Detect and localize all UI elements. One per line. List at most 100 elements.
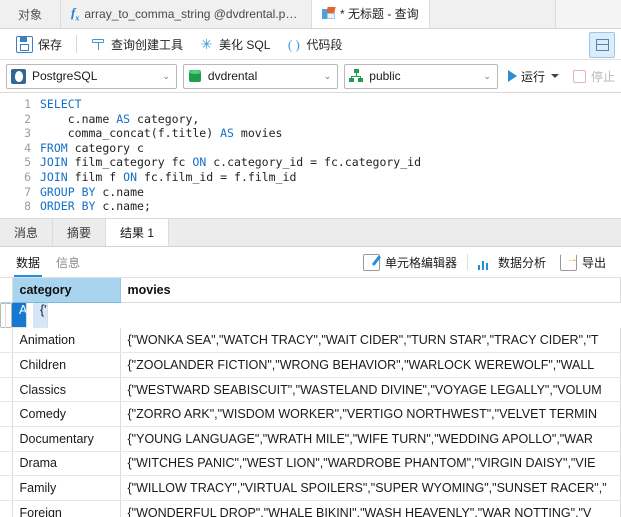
schema-select-value: public	[369, 69, 401, 83]
cell-movies[interactable]: {"ZOOLANDER FICTION","WRONG BEHAVIOR","W…	[120, 352, 621, 378]
row-gutter[interactable]	[5, 303, 6, 328]
cell-category[interactable]: Comedy	[12, 401, 121, 427]
table-row[interactable]: Documentary {"YOUNG LANGUAGE","WRATH MIL…	[0, 426, 621, 452]
export-button[interactable]: 导出	[553, 247, 613, 277]
table-row[interactable]: Family {"WILLOW TRACY","VIRTUAL SPOILERS…	[0, 475, 621, 501]
cell-category[interactable]: Action	[12, 303, 27, 328]
line-text: c.name AS category,	[67, 111, 200, 126]
row-gutter-header	[0, 278, 13, 304]
cell-editor-button[interactable]: 单元格编辑器	[356, 247, 464, 277]
cell-category[interactable]: Animation	[12, 328, 121, 354]
stop-icon	[572, 69, 586, 83]
sql-editor-lines: 1 SELECT 2 c.name AS category, 3 comma_co…	[0, 93, 621, 214]
table-row[interactable]: Children {"ZOOLANDER FICTION","WRONG BEH…	[0, 352, 621, 378]
save-button[interactable]: 保存	[8, 32, 70, 56]
export-label: 导出	[581, 255, 606, 270]
save-button-label: 保存	[38, 37, 63, 52]
cell-category[interactable]: Documentary	[12, 426, 121, 452]
chevron-down-icon: ⌄	[162, 70, 170, 81]
tab-function-editor[interactable]: fx array_to_comma_string @dvdrental.pub.…	[61, 0, 313, 28]
cell-movies[interactable]: {"WITCHES PANIC","WEST LION","WARDROBE P…	[120, 451, 621, 477]
stop-button-label: 停止	[590, 69, 615, 84]
editor-line: 2 c.name AS category,	[0, 112, 621, 127]
editor-line: 7 GROUP BY c.name	[0, 185, 621, 200]
row-gutter[interactable]	[0, 500, 13, 517]
editor-line: 1 SELECT	[0, 97, 621, 112]
table-row[interactable]: Animation {"WONKA SEA","WATCH TRACY","WA…	[0, 328, 621, 354]
function-fx-icon: fx	[71, 5, 80, 23]
table-row[interactable]: Drama {"WITCHES PANIC","WEST LION","WARD…	[0, 451, 621, 477]
table-row[interactable]: Classics {"WESTWARD SEABISCUIT","WASTELA…	[0, 377, 621, 403]
connection-select[interactable]: PostgreSQL ⌄	[6, 63, 177, 89]
result-tab-result1[interactable]: 结果 1	[106, 219, 170, 246]
sql-editor[interactable]: 1 SELECT 2 c.name AS category, 3 comma_co…	[0, 93, 621, 219]
tab-function-editor-label: array_to_comma_string @dvdrental.pub...	[84, 7, 302, 21]
cell-movies[interactable]: {"WESTWARD SEABISCUIT","WASTELAND DIVINE…	[120, 377, 621, 403]
query-builder-label: 查询创建工具	[111, 37, 184, 52]
cell-category[interactable]: Foreign	[12, 500, 121, 517]
editor-line: 8 ORDER BY c.name;	[0, 199, 621, 214]
result-tab-summary[interactable]: 摘要	[53, 219, 107, 246]
funnel-icon	[91, 37, 106, 52]
row-gutter[interactable]	[0, 377, 13, 403]
row-gutter[interactable]	[0, 426, 13, 452]
app-window: 对象 fx array_to_comma_string @dvdrental.p…	[0, 0, 621, 517]
chevron-down-icon: ⌄	[483, 70, 491, 81]
row-gutter[interactable]	[0, 401, 13, 427]
line-text: JOIN film f ON fc.film_id = f.film_id	[40, 169, 297, 184]
column-header-category[interactable]: category	[12, 278, 121, 304]
tab-objects[interactable]: 对象	[0, 0, 62, 28]
beautify-sql-button[interactable]: ✳ 美化 SQL	[191, 32, 278, 56]
database-select[interactable]: dvdrental ⌄	[182, 63, 339, 89]
cell-movies[interactable]: {"WONDERFUL DROP","WHALE BIKINI","WASH H…	[120, 500, 621, 517]
data-toolbar: 数据 信息 单元格编辑器 数据分析 导出	[0, 247, 621, 278]
tab-objects-label: 对象	[18, 7, 43, 22]
subtab-data[interactable]: 数据	[8, 247, 48, 277]
data-analysis-button[interactable]: 数据分析	[471, 247, 553, 277]
beautify-sql-label: 美化 SQL	[219, 37, 271, 52]
row-gutter[interactable]	[0, 352, 13, 378]
window-tab-strip: 对象 fx array_to_comma_string @dvdrental.p…	[0, 0, 621, 29]
cell-movies[interactable]: {"WILLOW TRACY","VIRTUAL SPOILERS","SUPE…	[120, 475, 621, 501]
cell-category[interactable]: Family	[12, 475, 121, 501]
line-number: 8	[24, 199, 31, 214]
column-header-movies[interactable]: movies	[120, 278, 621, 304]
result-tab-result1-label: 结果 1	[120, 225, 155, 240]
layout-toggle-button[interactable]	[589, 32, 615, 58]
line-text: ORDER BY c.name;	[40, 199, 151, 214]
stop-button: 停止	[569, 68, 615, 85]
table-row[interactable]: Foreign {"WONDERFUL DROP","WHALE BIKINI"…	[0, 500, 621, 517]
play-icon	[507, 70, 517, 82]
results-grid-container[interactable]: category movies Action {"WORST BANGER","…	[0, 278, 621, 517]
cell-movies[interactable]: {"YOUNG LANGUAGE","WRATH MILE","WIFE TUR…	[120, 426, 621, 452]
row-gutter[interactable]	[0, 475, 13, 501]
sparkle-icon: ✳	[200, 35, 213, 52]
bar-chart-icon	[477, 255, 493, 270]
schema-select[interactable]: public ⌄	[344, 63, 498, 89]
row-gutter[interactable]	[0, 451, 13, 477]
tab-query[interactable]: * 无标题 - 查询	[312, 0, 430, 28]
pencil-icon	[362, 253, 380, 271]
results-grid: category movies Action {"WORST BANGER","…	[0, 278, 621, 517]
cell-category[interactable]: Children	[12, 352, 121, 378]
run-button[interactable]: 运行	[504, 68, 563, 85]
table-row[interactable]: Comedy {"ZORRO ARK","WISDOM WORKER","VER…	[0, 401, 621, 427]
cell-category[interactable]: Drama	[12, 451, 121, 477]
line-text: JOIN film_category fc ON c.category_id =…	[40, 155, 422, 170]
line-number: 6	[24, 169, 31, 184]
cell-category[interactable]: Classics	[12, 377, 121, 403]
result-tab-messages[interactable]: 消息	[0, 219, 54, 246]
editor-line: 4 FROM category c	[0, 141, 621, 156]
subtab-info[interactable]: 信息	[48, 247, 88, 277]
row-gutter[interactable]	[0, 328, 13, 354]
table-row[interactable]: Action {"WORST BANGER","WOMEN DORADO","W…	[0, 303, 48, 329]
cell-movies[interactable]: {"ZORRO ARK","WISDOM WORKER","VERTIGO NO…	[120, 401, 621, 427]
line-text: comma_concat(f.title) AS movies	[67, 126, 283, 141]
cell-movies[interactable]: {"WONKA SEA","WATCH TRACY","WAIT CIDER",…	[120, 328, 621, 354]
chevron-down-icon[interactable]	[550, 74, 559, 78]
tab-query-label: * 无标题 - 查询	[340, 7, 419, 21]
query-builder-button[interactable]: 查询创建工具	[83, 32, 191, 56]
code-snippet-button[interactable]: ( ) 代码段	[278, 32, 350, 56]
line-number: 4	[24, 140, 31, 155]
cell-movies[interactable]: {"WORST BANGER","WOMEN DORADO","WEREWOLF…	[33, 303, 48, 328]
